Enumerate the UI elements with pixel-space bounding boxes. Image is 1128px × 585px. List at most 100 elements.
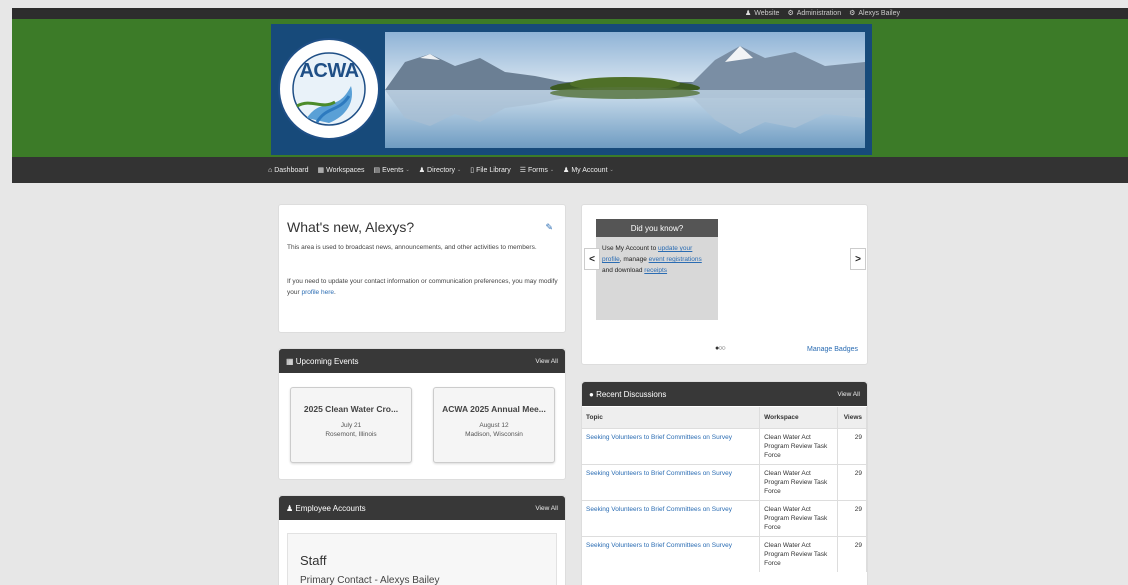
user-name-label: Alexys Bailey [858,9,901,17]
chevron-down-icon: ⌄ [405,167,410,173]
nav-item-dashboard[interactable]: ⌂ Dashboard [268,167,308,174]
discussion-topic-link[interactable]: Seeking Volunteers to Brief Committees o… [582,427,761,464]
administration-link[interactable]: ⚙ Administration [787,9,842,18]
carousel-dots[interactable]: ●○○ [715,345,726,352]
carousel-next-button[interactable]: > [850,248,866,270]
employees-view-all-link[interactable]: View All [535,505,558,512]
nav-label: Events [382,166,404,174]
dyk-text-1: Use My Account to [602,245,658,252]
did-you-know-panel: Did you know? Use My Account to update y… [581,204,868,365]
website-label: Website [754,9,780,17]
nav-item-file-library[interactable]: ▯ File Library [470,166,511,175]
event-title: 2025 Clean Water Cro... [303,404,399,414]
upcoming-events-title-text: Upcoming Events [295,356,359,366]
nav-label: Dashboard [274,166,309,174]
did-you-know-title: Did you know? [596,219,718,237]
lake-mountain-image [385,32,865,148]
discussion-workspace: Clean Water Act Program Review Task Forc… [759,535,838,572]
discussion-topic-link[interactable]: Seeking Volunteers to Brief Committees o… [582,535,761,572]
top-utility-bar: ♟ Website ⚙ Administration ⚙ Alexys Bailey [12,8,1128,19]
table-row: Seeking Volunteers to Brief Committees o… [582,499,868,536]
whats-new-title: What's new, Alexys? [287,219,415,235]
event-date: August 12 [479,422,509,429]
nav-item-workspaces[interactable]: ▦ Workspaces [317,166,365,175]
employee-accounts-title-text: Employee Accounts [295,503,366,513]
user-icon: ♟ [286,503,296,513]
chevron-down-icon: ⌄ [549,167,555,173]
discussion-workspace: Clean Water Act Program Review Task Forc… [759,463,838,500]
event-card[interactable]: 2025 Clean Water Cro... July 21 Rosemont… [290,387,412,463]
user-menu-link[interactable]: ⚙ Alexys Bailey [849,9,901,18]
acwa-seal-icon [278,38,380,140]
table-row: Seeking Volunteers to Brief Committees o… [582,427,868,464]
file-icon: ▯ [470,167,475,174]
event-card[interactable]: ACWA 2025 Annual Mee... August 12 Madiso… [433,387,555,463]
table-row: Seeking Volunteers to Brief Committees o… [582,535,868,572]
staff-heading: Staff [300,553,327,568]
nav-label: File Library [476,166,511,174]
recent-discussions-panel: ● Recent Discussions View All Topic Work… [581,381,868,585]
whats-new-profile-suffix: . [333,289,336,296]
nav-item-my-account[interactable]: ♟ My Account ⌄ [563,166,614,175]
table-header-row: Topic Workspace Views [582,407,868,428]
discussions-view-all-link[interactable]: View All [837,391,860,398]
grid-icon: ▦ [317,167,325,174]
did-you-know-text: Use My Account to update your profile, m… [596,237,718,282]
discussion-topic-link[interactable]: Seeking Volunteers to Brief Committees o… [582,499,761,536]
website-link[interactable]: ♟ Website [745,9,780,18]
main-nav: ⌂ Dashboard ▦ Workspaces ▤ Events ⌄ ♟ Directo… [268,157,614,183]
upcoming-events-title: ▦ Upcoming Events [286,357,358,366]
employee-accounts-title: ♟ Employee Accounts [286,504,366,513]
employee-accounts-header: ♟ Employee Accounts View All [279,496,565,520]
calendar-icon: ▦ [286,356,296,366]
gear-icon: ⚙ [849,10,856,17]
event-location: Madison, Wisconsin [465,431,523,438]
primary-contact-label: Primary Contact - Alexys Bailey [300,575,440,585]
list-icon: ☰ [519,167,526,174]
event-title: ACWA 2025 Annual Mee... [442,404,546,414]
nav-label: Workspaces [326,166,365,174]
recent-discussions-header: ● Recent Discussions View All [582,382,867,406]
carousel-prev-button[interactable]: < [584,248,600,270]
nav-item-directory[interactable]: ♟ Directory ⌄ [418,166,462,175]
column-header-views[interactable]: Views [837,407,868,428]
table-row: Seeking Volunteers to Brief Committees o… [582,463,868,500]
chevron-down-icon: ⌄ [609,167,614,173]
column-header-topic[interactable]: Topic [582,407,761,428]
nav-label: My Account [571,166,608,174]
logo-acronym: ACWA [299,60,359,82]
did-you-know-slide: Did you know? Use My Account to update y… [596,219,718,320]
employee-accounts-panel: ♟ Employee Accounts View All Staff Prima… [278,495,566,585]
receipts-link[interactable]: receipts [644,267,667,274]
nav-label: Directory [427,166,456,174]
event-registrations-link[interactable]: event registrations [649,256,702,263]
dyk-text-2: , manage [619,256,649,263]
staff-card: Staff Primary Contact - Alexys Bailey [287,533,557,585]
dyk-text-3: and download [602,267,645,274]
header-banner[interactable]: ACWA [271,24,872,155]
upcoming-events-header: ▦ Upcoming Events View All [279,349,565,373]
recent-discussions-title-text: Recent Discussions [596,389,667,399]
manage-badges-link[interactable]: Manage Badges [807,346,858,353]
comments-icon: ● [589,389,597,399]
users-icon: ♟ [418,167,426,174]
user-icon: ♟ [563,167,570,174]
discussion-topic-link[interactable]: Seeking Volunteers to Brief Committees o… [582,463,761,500]
nav-label: Forms [528,166,548,174]
event-date: July 21 [340,422,362,429]
nav-item-forms[interactable]: ☰ Forms ⌄ [519,166,555,175]
acwa-logo[interactable]: ACWA [277,26,381,152]
column-header-workspace[interactable]: Workspace [759,407,838,428]
gear-icon: ⚙ [787,10,794,17]
discussion-views: 29 [837,499,868,536]
events-view-all-link[interactable]: View All [535,358,558,365]
top-links: ♟ Website ⚙ Administration ⚙ Alexys Bailey [745,9,901,18]
discussion-workspace: Clean Water Act Program Review Task Forc… [759,427,838,464]
nav-item-events[interactable]: ▤ Events ⌄ [374,166,410,175]
edit-icon[interactable]: ✎ [545,222,553,233]
whats-new-panel: What's new, Alexys? ✎ This area is used … [278,204,566,333]
whats-new-profile-text: If you need to update your contact infor… [287,276,559,298]
profile-here-link[interactable]: profile here [301,289,334,296]
administration-label: Administration [796,9,842,17]
discussions-table: Topic Workspace Views Seeking Volunteers… [582,407,868,572]
